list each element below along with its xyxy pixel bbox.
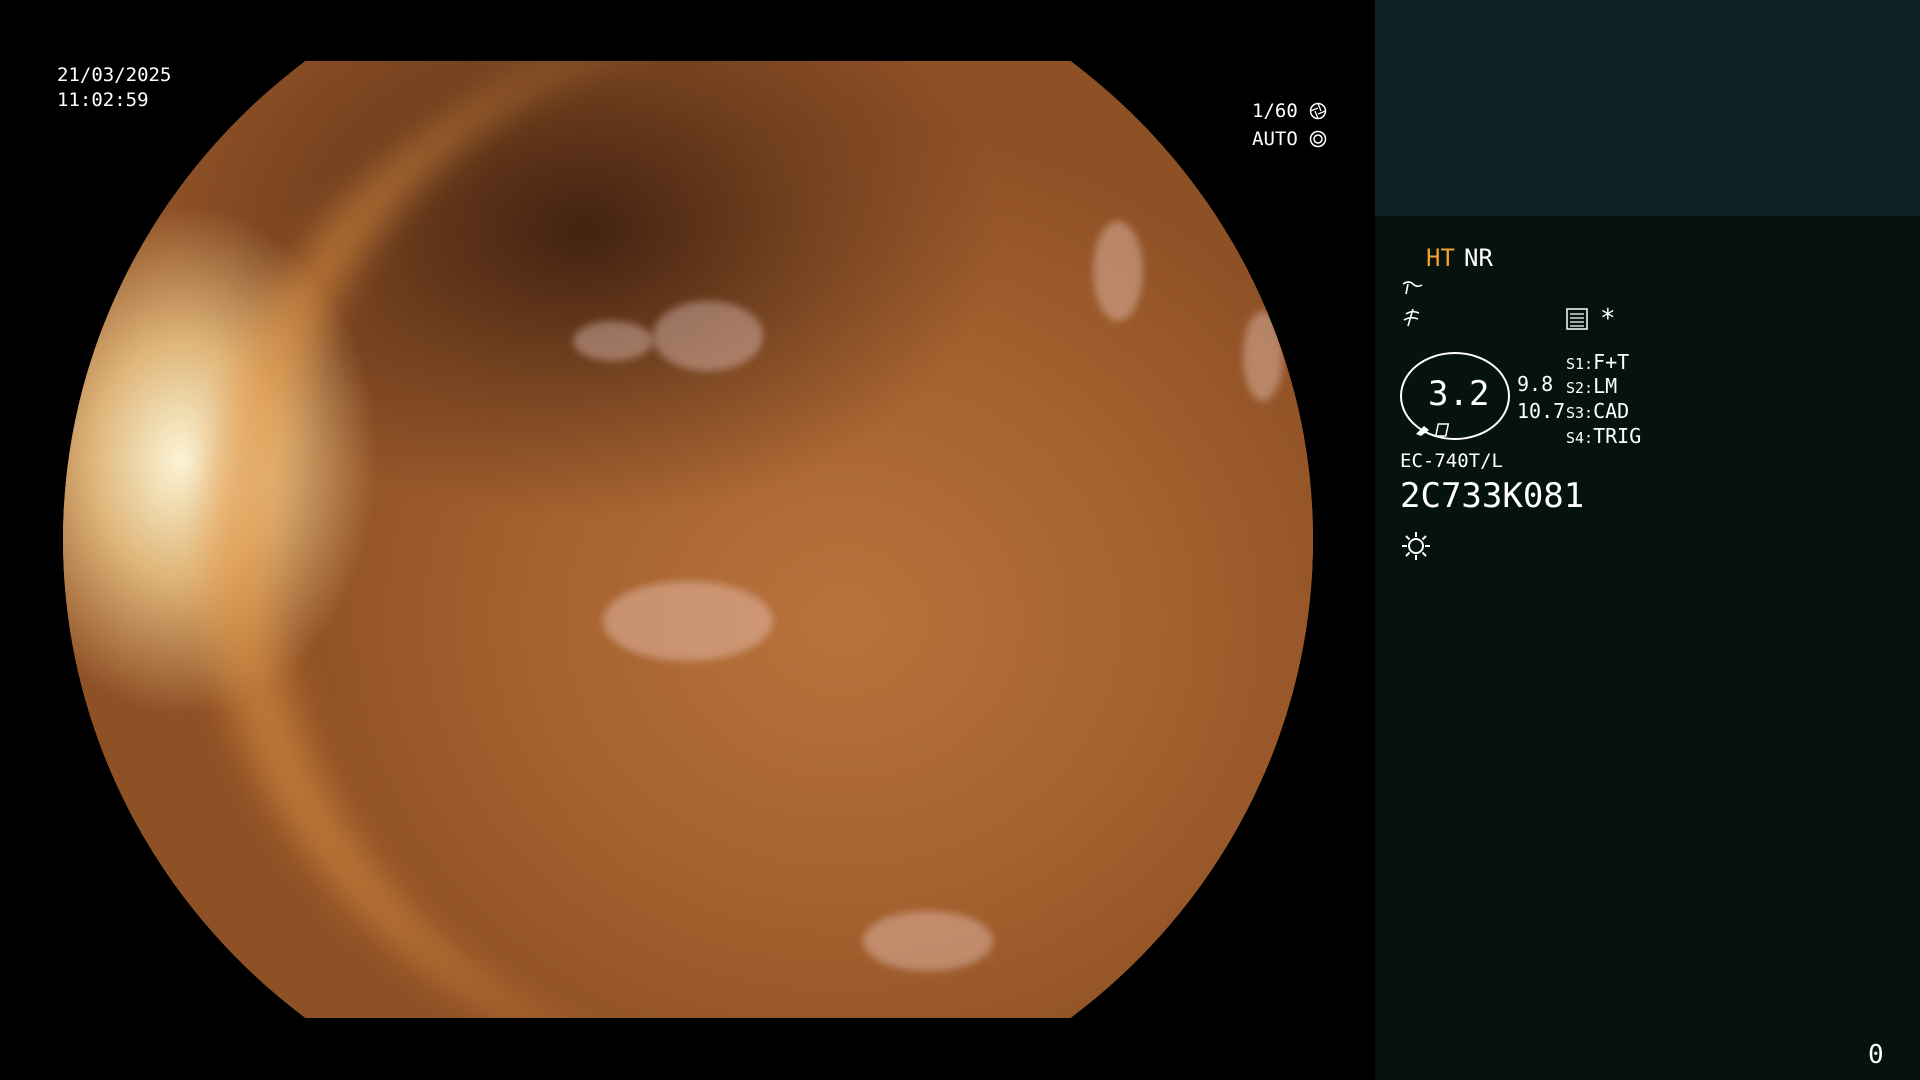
scope-serial: 2C733K081 [1400, 476, 1585, 516]
preview-panel [1375, 0, 1920, 216]
switch-value: F+T [1593, 350, 1630, 374]
endoscopic-view [63, 61, 1313, 1018]
enhancement-icon [1403, 308, 1420, 327]
iris-label: AUTO [1252, 128, 1298, 150]
shutter-label: 1/60 [1252, 100, 1298, 122]
zoom-value: 3.2 [1428, 374, 1490, 414]
switch-label: S4: [1566, 429, 1594, 447]
switch-label: S1: [1566, 355, 1594, 373]
value-1: 9.8 [1517, 372, 1554, 396]
switch-item: S1:F+T [1566, 350, 1629, 374]
switch-item: S3:CAD [1566, 399, 1629, 423]
switch-label: S3: [1566, 404, 1594, 422]
value-2: 10.7 [1517, 399, 1566, 423]
nr-indicator: NR [1464, 244, 1493, 272]
switch-value: TRIG [1593, 424, 1642, 448]
asterisk-label: * [1600, 304, 1616, 334]
iris-icon [1309, 130, 1327, 148]
light-reflection [1243, 311, 1283, 401]
light-icon [1402, 532, 1430, 560]
frame-counter: 0 [1868, 1040, 1884, 1070]
switch-value: CAD [1593, 399, 1630, 423]
shutter-icon [1309, 102, 1327, 120]
scope-model: EC-740T/L [1400, 450, 1503, 472]
light-reflection [653, 301, 763, 371]
switch-label: S2: [1566, 379, 1594, 397]
zoom-pen-icon [1416, 423, 1450, 437]
menu-icon [1566, 308, 1588, 330]
switch-value: LM [1593, 374, 1618, 398]
light-reflection [573, 321, 653, 361]
structure-icon [1402, 281, 1423, 295]
iris-mode: AUTO [1252, 128, 1327, 150]
time-label: 11:02:59 [57, 89, 149, 111]
light-reflection [1093, 221, 1143, 321]
ht-indicator: HT [1426, 244, 1455, 272]
date-label: 21/03/2025 [57, 64, 172, 86]
light-reflection [863, 911, 993, 971]
switch-item: S4:TRIG [1566, 424, 1641, 448]
status-panel [1375, 216, 1920, 1080]
switch-item: S2:LM [1566, 374, 1617, 398]
mucosal-fold [203, 61, 1313, 1018]
shutter-speed: 1/60 [1252, 100, 1327, 122]
light-reflection [603, 581, 773, 661]
